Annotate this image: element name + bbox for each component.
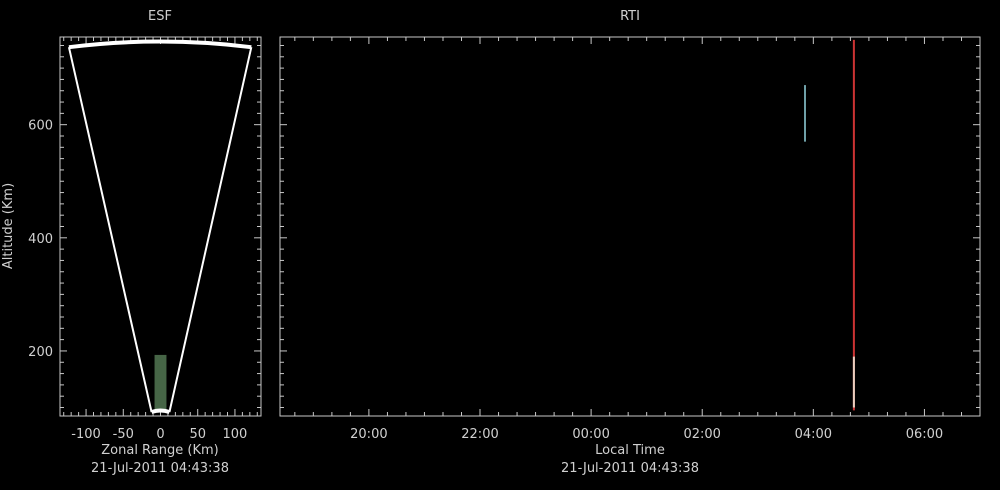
figure-canvas: ESF -100 -50 0 50 100 200 400 600 Zonal Range (… [1,9,981,476]
esf-timestamp: 21-Jul-2011 04:43:38 [91,461,229,476]
rti-x-tick-label: 20:00 [350,427,387,442]
esf-x-axis-label: Zonal Range (Km) [101,443,218,458]
esf-fan-right-edge [168,46,253,413]
esf-fan [67,39,253,414]
rti-x-axis-label: Local Time [595,443,665,458]
esf-y-tick-label: 600 [28,119,53,134]
esf-x-tick-label: -50 [113,427,134,442]
rti-axes-frame [279,36,981,417]
esf-panel: ESF -100 -50 0 50 100 200 400 600 Zonal Range (… [1,9,262,476]
esf-echo-patch [154,354,167,411]
esf-x-tick-label: 0 [156,427,164,442]
esf-title: ESF [148,9,172,24]
rti-x-tick-label: 06:00 [906,427,943,442]
rti-x-tick-label: 22:00 [461,427,498,442]
esf-x-tick-label: 50 [189,427,206,442]
esf-rti-figure: ESF -100 -50 0 50 100 200 400 600 Zonal Range (… [0,0,1000,490]
rti-title: RTI [620,9,640,24]
rti-x-tick-label: 00:00 [572,427,609,442]
esf-y-tick-label: 400 [28,232,53,247]
esf-x-tick-label: -100 [71,427,101,442]
esf-x-tick-label: 100 [223,427,248,442]
rti-ticks: 20:00 22:00 00:00 02:00 04:00 06:00 [280,37,980,442]
rti-x-tick-label: 04:00 [795,427,832,442]
esf-y-tick-label: 200 [28,345,53,360]
rti-timestamp: 21-Jul-2011 04:43:38 [561,461,699,476]
esf-fan-top-arc [68,39,252,50]
esf-y-axis-label: Altitude (Km) [1,183,16,269]
rti-x-tick-label: 02:00 [683,427,720,442]
rti-panel: RTI 20:00 22:00 00:00 02:00 04:00 06:00 Local… [279,9,981,476]
esf-fan-bottom-arc [150,408,171,414]
rti-echoes [804,39,855,411]
esf-fan-left-edge [67,46,153,413]
